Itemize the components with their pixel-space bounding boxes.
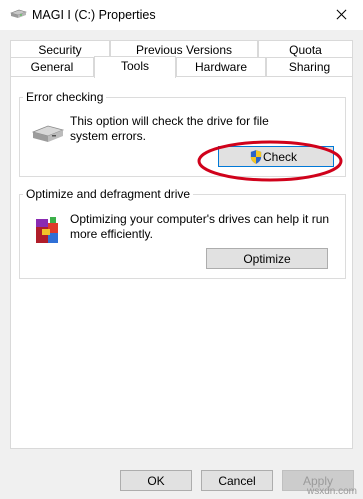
tab-label: Security <box>38 43 82 57</box>
error-checking-label: Error checking <box>23 90 107 104</box>
optimize-button-label: Optimize <box>243 252 291 266</box>
tab-tools[interactable]: Tools <box>94 56 176 78</box>
tab-label: Previous Versions <box>135 43 233 57</box>
properties-window: MAGI I (C:) Properties Security Previous… <box>0 0 363 499</box>
check-button-label: Check <box>263 150 298 164</box>
tab-label: Quota <box>289 43 322 57</box>
optimize-button[interactable]: Optimize <box>206 248 328 269</box>
description-line: system errors. <box>70 129 147 143</box>
tab-label: Tools <box>120 59 149 73</box>
description-line: Optimizing your computer's drives can he… <box>70 212 330 226</box>
tab-label: General <box>30 60 74 74</box>
uac-shield-icon <box>250 150 262 164</box>
close-button[interactable] <box>319 0 363 30</box>
cancel-button-label: Cancel <box>218 474 256 488</box>
drive-icon <box>10 9 27 18</box>
check-button[interactable]: Check <box>218 146 334 167</box>
tools-panel: Error checking This option will check th… <box>10 76 353 449</box>
optimize-description: Optimizing your computer's drives can he… <box>70 212 329 242</box>
tab-label: Hardware <box>194 60 248 74</box>
tab-label: Sharing <box>288 60 331 74</box>
description-line: more efficiently. <box>70 227 153 241</box>
watermark: wsxdn.com <box>306 486 357 497</box>
tab-general[interactable]: General <box>10 57 94 77</box>
error-checking-description: This option will check the drive for fil… <box>70 114 269 144</box>
description-line: This option will check the drive for fil… <box>70 114 269 128</box>
tab-hardware[interactable]: Hardware <box>176 57 266 77</box>
defragment-icon <box>36 217 58 243</box>
ok-button[interactable]: OK <box>120 470 192 491</box>
optimize-group: Optimize and defragment drive Optimizing… <box>19 187 346 279</box>
hard-drive-icon <box>32 125 64 142</box>
title-bar[interactable]: MAGI I (C:) Properties <box>0 0 363 30</box>
window-title: MAGI I (C:) Properties <box>32 8 156 22</box>
optimize-label: Optimize and defragment drive <box>23 187 194 201</box>
cancel-button[interactable]: Cancel <box>201 470 273 491</box>
ok-button-label: OK <box>147 474 165 488</box>
error-checking-group: Error checking This option will check th… <box>19 90 346 177</box>
tab-sharing[interactable]: Sharing <box>266 57 353 77</box>
